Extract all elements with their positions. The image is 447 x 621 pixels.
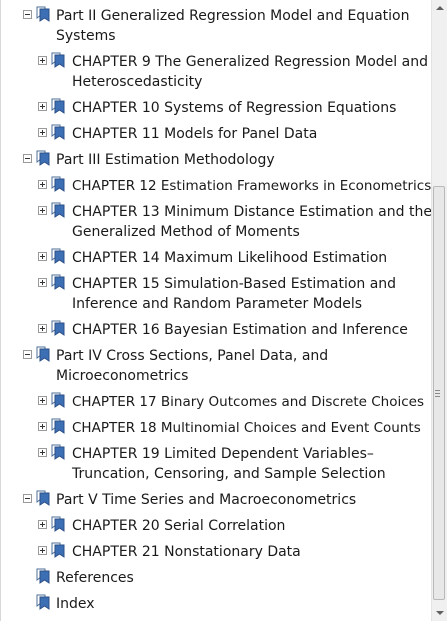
bookmark-icon [51, 202, 65, 218]
bookmark-label[interactable]: CHAPTER 18 Multinomial Choices and Event… [72, 418, 426, 438]
bookmark-icon [51, 392, 65, 408]
bookmark-label[interactable]: CHAPTER 19 Limited Dependent Variables– T… [72, 444, 426, 484]
bookmark-label[interactable]: CHAPTER 13 Minimum Distance Estimation a… [72, 202, 432, 242]
expand-icon[interactable] [38, 56, 47, 65]
bookmarks-panel: Part II Generalized Regression Model and… [0, 0, 432, 621]
vertical-scrollbar[interactable] [431, 0, 447, 621]
expand-icon[interactable] [38, 396, 47, 405]
bookmark-label[interactable]: CHAPTER 15 Simulation-Based Estimation a… [72, 274, 426, 314]
collapse-icon[interactable] [23, 494, 32, 503]
collapse-icon[interactable] [23, 154, 32, 163]
bookmark-icon [51, 320, 65, 336]
bookmark-icon [36, 568, 50, 584]
bookmark-label[interactable]: References [56, 568, 426, 588]
bookmark-label[interactable]: CHAPTER 17 Binary Outcomes and Discrete … [72, 392, 426, 412]
bookmark-label[interactable]: Part IV Cross Sections, Panel Data, and M… [56, 346, 426, 386]
bookmark-icon [36, 6, 50, 22]
bookmark-label[interactable]: CHAPTER 10 Systems of Regression Equatio… [72, 98, 426, 118]
bookmark-icon [36, 150, 50, 166]
bookmark-icon [51, 542, 65, 558]
bookmark-icon [51, 52, 65, 68]
bookmark-icon [51, 98, 65, 114]
collapse-icon[interactable] [23, 10, 32, 19]
bookmark-icon [51, 444, 65, 460]
expand-icon[interactable] [38, 278, 47, 287]
bookmark-label[interactable]: CHAPTER 16 Bayesian Estimation and Infer… [72, 320, 426, 340]
bookmark-icon [51, 176, 65, 192]
expand-icon[interactable] [38, 128, 47, 137]
bookmark-label[interactable]: Index [56, 594, 426, 614]
bookmark-icon [51, 516, 65, 532]
bookmark-label[interactable]: CHAPTER 12 Estimation Frameworks in Econ… [72, 176, 431, 196]
expand-icon[interactable] [38, 102, 47, 111]
bookmark-label[interactable]: CHAPTER 21 Nonstationary Data [72, 542, 426, 562]
bookmark-label[interactable]: Part V Time Series and Macroeconometrics [56, 490, 426, 510]
expand-icon[interactable] [38, 520, 47, 529]
expand-icon[interactable] [38, 422, 47, 431]
expand-icon[interactable] [38, 448, 47, 457]
bookmark-icon [36, 594, 50, 610]
bookmark-icon [36, 346, 50, 362]
expand-icon[interactable] [38, 546, 47, 555]
scroll-down-arrow-icon[interactable] [432, 605, 447, 621]
expand-icon[interactable] [38, 252, 47, 261]
bookmark-label[interactable]: CHAPTER 20 Serial Correlation [72, 516, 426, 536]
bookmark-label[interactable]: Part II Generalized Regression Model and… [56, 6, 426, 46]
expand-icon[interactable] [38, 324, 47, 333]
bookmark-icon [36, 490, 50, 506]
bookmark-label[interactable]: CHAPTER 11 Models for Panel Data [72, 124, 426, 144]
bookmark-label[interactable]: CHAPTER 14 Maximum Likelihood Estimation [72, 248, 426, 268]
scrollbar-grip-icon [435, 390, 440, 399]
scroll-up-arrow-icon[interactable] [432, 0, 447, 16]
bookmark-icon [51, 418, 65, 434]
expand-icon[interactable] [38, 206, 47, 215]
bookmark-label[interactable]: Part III Estimation Methodology [56, 150, 426, 170]
collapse-icon[interactable] [23, 350, 32, 359]
bookmark-icon [51, 124, 65, 140]
bookmark-label[interactable]: CHAPTER 9 The Generalized Regression Mod… [72, 52, 428, 92]
bookmark-icon [51, 274, 65, 290]
bookmark-icon [51, 248, 65, 264]
expand-icon[interactable] [38, 180, 47, 189]
